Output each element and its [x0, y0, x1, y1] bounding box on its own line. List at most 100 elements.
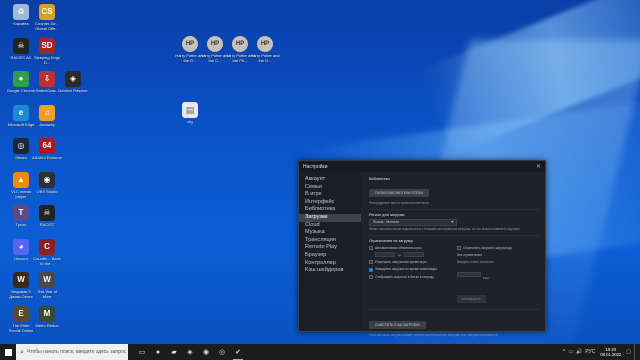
desktop-icon-label: Audacity — [39, 121, 55, 127]
desktop-icon-aida64[interactable]: 64 AIDA64 Extreme — [32, 138, 62, 160]
harry-potter-icon: HP — [207, 36, 223, 52]
auto-update-checkbox-row[interactable]: Автоматически обновлять игры — [369, 246, 451, 251]
desktop-icon-label: RACIST — [39, 222, 55, 227]
settings-nav-item[interactable]: Семья — [299, 184, 361, 192]
checkbox[interactable] — [457, 246, 461, 251]
limits-heading: Ограничения на загрузку — [369, 239, 414, 243]
time-from-input[interactable] — [375, 252, 395, 258]
notifications-icon[interactable]: ▢ — [626, 349, 631, 355]
limits-grid: Автоматически обновлять игры до Разрешит… — [369, 246, 539, 305]
taskbar-search-box[interactable]: ⌕ Чтобы начать поиск, введите здесь запр… — [16, 344, 128, 360]
settings-nav-item[interactable]: Библиотека — [299, 206, 361, 214]
settings-nav-item[interactable]: Загрузки — [299, 213, 361, 222]
checkbox-label: Разрешить загрузки во время игры — [375, 260, 427, 265]
settings-nav-item[interactable]: Cloud — [299, 222, 361, 230]
settings-nav-item[interactable]: Трансляция — [299, 237, 361, 245]
bandwidth-unit: КБ/с — [483, 276, 490, 281]
task-view-icon[interactable]: ▭ — [134, 344, 150, 360]
hogwarts-icon: W — [13, 272, 29, 288]
library-folders-button[interactable]: ПАПКИ БИБЛИОТЕКИ STEAM — [369, 189, 430, 197]
microsoft-edge-icon: e — [13, 104, 29, 121]
checkbox[interactable] — [369, 246, 373, 251]
settings-taskbar-icon[interactable]: ✔ — [230, 344, 246, 360]
clock-date: 08.01.2022 — [600, 352, 622, 357]
desktop-icon-counter-back[interactable]: C Counter... Back to the... — [32, 238, 62, 266]
search-placeholder: Чтобы начать поиск, введите здесь запрос — [26, 349, 127, 355]
desktop-icon-cfg[interactable]: ▤ cfg — [175, 102, 205, 124]
clear-download-cache-button[interactable]: ОЧИСТИТЬ КЭШ ЗАГРУЗКИ — [369, 321, 426, 330]
settings-nav-item[interactable]: Remote Play — [299, 244, 361, 252]
checkbox-label: Автоматически обновлять игры — [375, 246, 422, 250]
desktop-icon-counter-strike[interactable]: CS Counter-Str... Global Offe... — [32, 4, 62, 31]
settings-nav-item[interactable]: Интерфейс — [299, 199, 361, 207]
desktop-icon-label: AIDA64 Extreme — [32, 155, 62, 160]
settings-nav-item[interactable]: Аккаунт — [299, 176, 361, 184]
settings-nav-item[interactable]: Кэш шейдеров — [299, 267, 361, 275]
time-to-input[interactable] — [404, 252, 425, 258]
checkbox[interactable]: ✓ — [369, 267, 373, 272]
desktop-icon-racist-2[interactable]: ☠ RACIST — [32, 205, 62, 227]
desktop-icon-metro-redux[interactable]: M Metro Redux — [32, 305, 62, 328]
region-select[interactable]: Russia - Moscow ▼ — [369, 218, 457, 226]
region-heading: Регион для загрузки — [369, 212, 405, 217]
harry-potter-icon: HP — [232, 36, 248, 52]
downloads-panel: Библиотеки ПАПКИ БИБЛИОТЕКИ STEAM Распре… — [361, 172, 545, 337]
recycle-bin-icon: ♻ — [13, 4, 29, 20]
explorer-taskbar-icon[interactable]: ▰ — [166, 344, 182, 360]
allow-downloads-during-play-row[interactable]: Разрешить загрузки во время игры — [369, 260, 451, 265]
settings-nav-item[interactable]: В игре — [299, 191, 361, 199]
steam-settings-window[interactable]: Настройки ✕ Аккаунт Семья В игре Интерфейс Б… — [298, 160, 546, 337]
divider — [369, 208, 539, 210]
desktop-icon-label: Counter... Back to the... — [33, 255, 61, 266]
desktop-icon-sleeping-dogs[interactable]: SD Sleeping Dogs D... — [32, 37, 62, 65]
desktop-icon-label: Counter-Str... Global Offe... — [35, 21, 59, 31]
window-titlebar[interactable]: Настройки ✕ — [299, 161, 545, 172]
checkbox-label: Отображать скорость в битах в секунду — [375, 274, 434, 279]
time-range: до — [375, 252, 451, 258]
desktop-icon-davinci-resolve[interactable]: ◈ DaVinci Resolve — [58, 71, 88, 93]
close-icon[interactable]: ✕ — [536, 164, 541, 170]
show-bits-per-second-row[interactable]: Отображать скорость в битах в секунду — [369, 275, 451, 279]
bandwidth-input[interactable] — [457, 272, 481, 278]
chevron-down-icon: ▼ — [450, 220, 454, 224]
bandwidth-hint: Введите новое значение: — [457, 260, 495, 265]
davinci-taskbar-icon[interactable]: ◈ — [182, 344, 198, 360]
divider — [369, 235, 539, 236]
desktop-icon-the-war-of-mine[interactable]: W This War of Mine — [32, 272, 62, 299]
settings-nav-item[interactable]: Браузер — [299, 252, 361, 260]
settings-nav-item[interactable]: Музыка — [299, 229, 361, 237]
switchdown-icon: ⇩ — [39, 71, 55, 87]
obs-studio-icon: ◉ — [39, 171, 55, 188]
racist-2-icon: ☠ — [39, 205, 55, 221]
checkbox-label: Ограничить скорость загрузки до — [463, 246, 513, 250]
steam-icon: ◎ — [13, 138, 29, 154]
desktop-icon-label: DaVinci Resolve — [58, 88, 88, 93]
desktop-icon-audacity[interactable]: ♫ Audacity — [32, 104, 62, 127]
desktop-icon-obs-studio[interactable]: ◉ OBS Studio — [32, 171, 62, 194]
desktop-icon-label: This War of Mine — [36, 289, 58, 299]
desktop-icon-harry-potter-4[interactable]: HP Harry Potter and the G... — [250, 36, 280, 63]
taskbar-clock[interactable]: 19:20 08.01.2022 — [598, 347, 623, 357]
apply-button[interactable]: ПРИМЕНИТЬ — [457, 295, 486, 304]
start-button[interactable] — [0, 344, 16, 360]
checkbox[interactable] — [369, 260, 373, 265]
settings-nav-item[interactable]: Контроллер — [299, 260, 361, 268]
vlc-icon: ▲ — [13, 171, 29, 188]
desktop-icon-label: Metro Redux — [35, 322, 59, 328]
tray-chevron-icon[interactable]: ^ — [563, 349, 565, 355]
aida64-icon: 64 — [39, 138, 55, 154]
desktop-icon-label: cfg — [187, 119, 193, 124]
checkbox[interactable] — [369, 274, 373, 279]
davinci-resolve-icon: ◈ — [65, 71, 81, 87]
volume-icon[interactable]: 🔊 — [576, 349, 582, 355]
language-indicator[interactable]: РУС — [585, 349, 595, 355]
windows-logo-icon — [4, 348, 12, 356]
throttle-during-stream-row[interactable]: ✓ Замедлять загрузки во время трансляции — [369, 267, 451, 272]
steam-taskbar-icon[interactable]: ◎ — [214, 344, 230, 360]
limit-bandwidth-checkbox-row[interactable]: Ограничить скорость загрузки до — [457, 246, 539, 251]
chrome-taskbar-icon[interactable]: ● — [150, 344, 166, 360]
network-icon[interactable]: ▭ — [568, 349, 573, 355]
obs-taskbar-icon[interactable]: ◉ — [198, 344, 214, 360]
show-desktop-button[interactable] — [634, 344, 637, 360]
system-tray: ^ ▭ 🔊 РУС 19:20 08.01.2022 ▢ — [563, 344, 640, 360]
